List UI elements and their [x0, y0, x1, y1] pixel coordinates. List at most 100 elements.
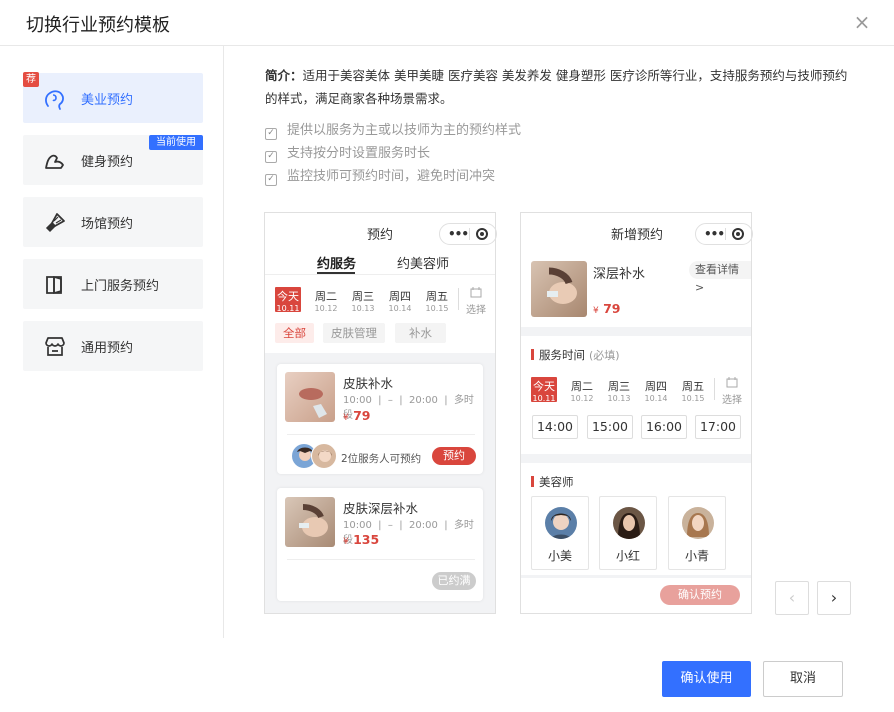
day-date: 10.13 [607, 394, 631, 403]
close-icon[interactable]: × [852, 12, 872, 32]
sidebar-item-venue[interactable]: 场馆预约 [23, 197, 203, 247]
date-picker-button[interactable]: 选择 [465, 287, 487, 316]
service-card[interactable]: 皮肤深层补水 10:00 | – | 20:00 | 多时段 ¥ 135 已约满 [277, 488, 483, 601]
prev-page-button[interactable]: ‹ [775, 581, 809, 615]
beautician-card[interactable]: 小青 [668, 496, 726, 570]
phone-title: 新增预约 [611, 228, 664, 243]
divider [714, 378, 715, 400]
check-icon: ✓ [265, 174, 277, 186]
day-item[interactable]: 周五 10.15 [680, 378, 706, 404]
door-icon [46, 275, 62, 295]
service-image [531, 261, 587, 317]
day-week: 周三 [608, 380, 630, 393]
day-today[interactable]: 今天 10.11 [531, 377, 557, 403]
template-dialog: 切换行业预约模板 × 美业预约 荐 健身预约 当前使用 场馆预约 上门服务预约 … [0, 0, 894, 712]
day-item[interactable]: 周四 10.14 [643, 378, 669, 404]
dialog-title: 切换行业预约模板 [26, 15, 170, 36]
beauty-icon [45, 90, 64, 110]
badminton-icon [45, 213, 65, 233]
filter-chip-all[interactable]: 全部 [275, 323, 314, 343]
more-icon: ••• [704, 227, 725, 241]
service-price: ¥ 79 [593, 301, 621, 316]
day-week: 周五 [682, 380, 704, 393]
day-week: 周五 [426, 290, 448, 303]
sidebar-item-general[interactable]: 通用预约 [23, 321, 203, 371]
sidebar-item-label: 健身预约 [81, 155, 134, 170]
beautician-name: 小青 [684, 549, 709, 563]
day-date: 10.15 [681, 394, 705, 403]
check-icon: ✓ [265, 151, 277, 163]
sidebar-item-label: 通用预约 [81, 341, 134, 356]
intro-body: 适用于美容美体 美甲美睫 医疗美容 美发养发 健身塑形 医疗诊所等行业，支持服务… [265, 68, 848, 106]
day-week: 周四 [389, 290, 411, 303]
sidebar-item-home-service[interactable]: 上门服务预约 [23, 259, 203, 309]
day-date: 10.11 [276, 304, 300, 313]
day-item[interactable]: 周二 10.12 [569, 378, 595, 404]
preview-phone-service: 预约 ••• 约服务 约美容师 今天 10.11 周二 10.12 周三 10.13 … [264, 212, 497, 614]
confirm-booking-button[interactable]: 确认预约 [660, 585, 740, 605]
tab-beautician[interactable]: 约美容师 [397, 253, 449, 272]
feature-text: 支持按分时设置服务时长 [287, 146, 431, 161]
recommend-badge: 荐 [23, 72, 39, 87]
next-page-button[interactable]: › [817, 581, 851, 615]
date-picker-label: 选择 [466, 305, 486, 316]
day-week: 周二 [315, 290, 337, 303]
service-price: ¥ 135 [343, 532, 380, 547]
day-item[interactable]: 周四 10.14 [387, 288, 413, 314]
confirm-use-button[interactable]: 确认使用 [662, 661, 751, 697]
time-slot[interactable]: 14:00 [532, 415, 578, 439]
time-slot[interactable]: 17:00 [695, 415, 741, 439]
sidebar-item-label: 上门服务预约 [81, 279, 160, 294]
sidebar-item-beauty[interactable]: 美业预约 [23, 73, 203, 123]
day-date: 10.13 [351, 304, 375, 313]
intro-label: 简介： [265, 68, 303, 83]
book-button[interactable]: 预约 [432, 447, 476, 465]
calendar-icon [726, 377, 738, 388]
calendar-icon [470, 287, 482, 298]
fitness-icon [45, 154, 64, 169]
dialog-header: 切换行业预约模板 × [0, 0, 894, 46]
day-item[interactable]: 周五 10.15 [424, 288, 450, 314]
time-slot[interactable]: 16:00 [641, 415, 687, 439]
service-card[interactable]: 皮肤补水 10:00 | – | 20:00 | 多时段 ¥ 79 2位服务人可… [277, 364, 483, 474]
avatar [682, 507, 714, 539]
beautician-card[interactable]: 小美 [531, 496, 589, 570]
mini-capsule: ••• [695, 223, 753, 245]
beautician-name: 小美 [547, 549, 572, 563]
day-week: 周二 [571, 380, 593, 393]
more-icon: ••• [448, 227, 469, 241]
cancel-button[interactable]: 取消 [763, 661, 843, 697]
sidebar-item-label: 美业预约 [81, 93, 134, 108]
time-slot[interactable]: 15:00 [587, 415, 633, 439]
day-item[interactable]: 周二 10.12 [313, 288, 339, 314]
day-date: 10.11 [532, 394, 556, 403]
filter-chip[interactable]: 皮肤管理 [323, 323, 385, 343]
section-title: 服务时间 (必填) [531, 347, 620, 363]
day-week: 周四 [645, 380, 667, 393]
tab-service[interactable]: 约服务 [317, 253, 356, 272]
mini-capsule: ••• [439, 223, 497, 245]
day-item[interactable]: 周三 10.13 [606, 378, 632, 404]
service-name: 深层补水 [593, 267, 646, 282]
divider [223, 46, 224, 638]
service-image [285, 372, 335, 422]
day-today[interactable]: 今天 10.11 [275, 287, 301, 313]
view-details-link[interactable]: 查看详情> [689, 261, 751, 294]
intro-text: 简介：适用于美容美体 美甲美睫 医疗美容 美发养发 健身塑形 医疗诊所等行业，支… [265, 64, 855, 110]
day-item[interactable]: 周三 10.13 [350, 288, 376, 314]
beautician-card[interactable]: 小红 [599, 496, 657, 570]
feature-text: 监控技师可预约时间，避免时间冲突 [287, 169, 496, 184]
filter-chip[interactable]: 补水 [395, 323, 446, 343]
service-name: 皮肤深层补水 [343, 501, 419, 516]
section-gap [521, 327, 751, 336]
day-date: 10.12 [314, 304, 338, 313]
date-picker-button[interactable]: 选择 [721, 377, 743, 406]
day-week: 今天 [533, 380, 555, 393]
service-image [285, 497, 335, 547]
record-icon [732, 228, 744, 240]
date-picker-label: 选择 [722, 395, 742, 406]
day-date: 10.15 [425, 304, 449, 313]
section-gap [521, 454, 751, 463]
check-icon: ✓ [265, 128, 277, 140]
sidebar-item-label: 场馆预约 [81, 217, 134, 232]
